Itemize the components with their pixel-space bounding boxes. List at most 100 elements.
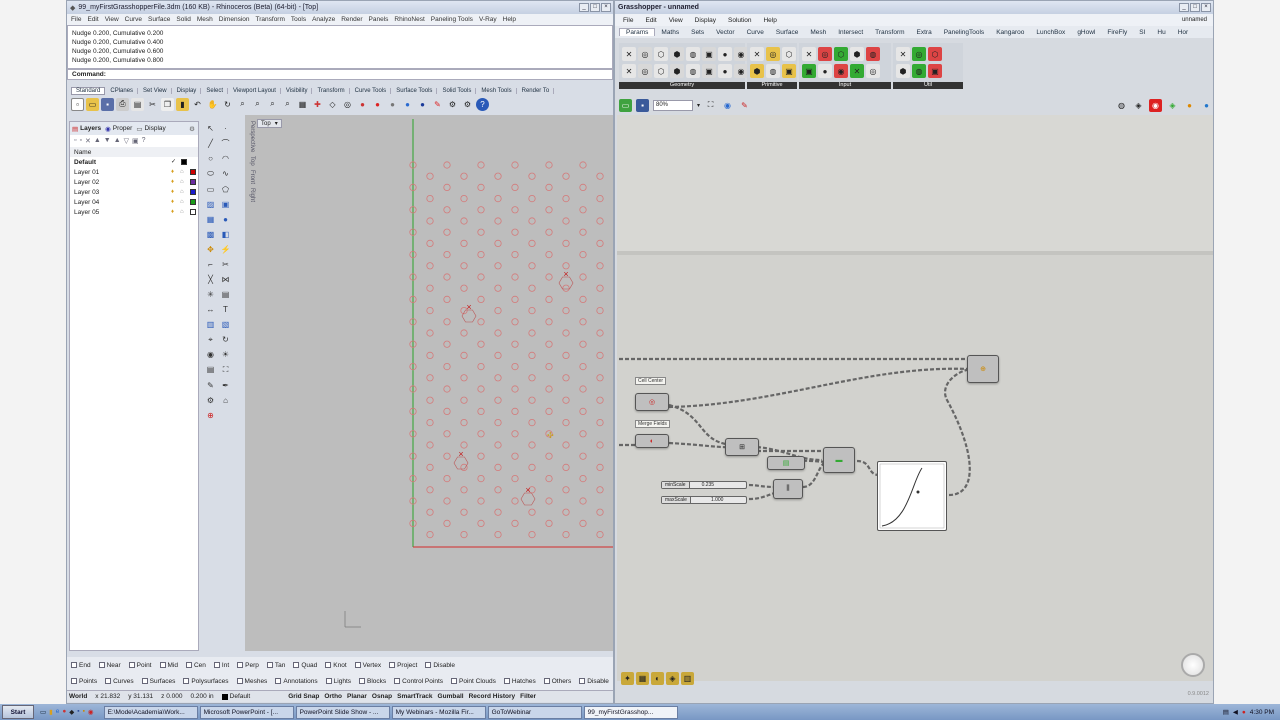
rotate-view-icon[interactable]: ↻ xyxy=(221,98,234,111)
osnap-option[interactable]: Knot xyxy=(325,662,347,669)
tab-layers[interactable]: ▤ Layers xyxy=(72,125,101,133)
menu-item[interactable]: Paneling Tools xyxy=(431,16,473,23)
osnap-option[interactable]: Project xyxy=(389,662,417,669)
menu-item[interactable]: Solid xyxy=(176,16,190,23)
gh-tab[interactable]: Curve xyxy=(741,29,770,36)
panel-settings-icon[interactable]: ⚙ xyxy=(189,125,195,133)
scribble-icon[interactable]: ◍ xyxy=(912,64,926,78)
gh-minimize-button[interactable]: _ xyxy=(1179,3,1189,12)
osnap-checkbox[interactable] xyxy=(128,661,135,668)
filter-option[interactable]: Point Clouds xyxy=(451,678,496,685)
curve-param-icon[interactable]: ⬡ xyxy=(654,64,668,78)
layer-color-swatch[interactable] xyxy=(181,159,187,165)
menu-item[interactable]: View xyxy=(105,16,119,23)
clock[interactable]: 4:30 PM xyxy=(1250,709,1274,716)
panel-icon[interactable]: ◎ xyxy=(818,47,832,61)
save-document-icon[interactable]: ▪ xyxy=(636,98,649,112)
gh-menu-item[interactable]: Help xyxy=(763,17,776,24)
filter-option[interactable]: Curves xyxy=(105,678,134,685)
gh-tab[interactable]: Mesh xyxy=(804,29,832,36)
sketch-icon[interactable]: ✎ xyxy=(738,99,751,112)
print-icon[interactable]: ⎙ xyxy=(116,97,129,111)
gh-menu-item[interactable]: Solution xyxy=(728,17,752,24)
filter-option[interactable]: Points xyxy=(71,678,97,685)
menu-item[interactable]: Transform xyxy=(256,16,285,23)
circle-icon[interactable]: ○ xyxy=(204,152,217,165)
osnap-checkbox[interactable] xyxy=(266,661,273,668)
graph-mapper-icon[interactable]: ◍ xyxy=(866,47,880,61)
move-down-icon[interactable]: ▼ xyxy=(104,137,111,145)
array-icon[interactable]: ⚡ xyxy=(219,243,232,256)
layer-row[interactable]: Layer 02 ♦ ⌂ xyxy=(70,177,198,187)
toolbar-tab[interactable]: Solid Tools xyxy=(438,87,477,94)
layer-color-swatch[interactable] xyxy=(190,209,196,215)
point-icon[interactable]: · xyxy=(219,122,232,135)
selected-preview-icon[interactable]: ◉ xyxy=(1149,98,1162,112)
osnap-option[interactable]: Near xyxy=(98,661,121,669)
rhino-quick-icon[interactable]: ◆ xyxy=(69,708,74,716)
layer-row[interactable]: Layer 04 ♦ ⌂ xyxy=(70,197,198,207)
toolbar-tab[interactable]: Curve Tools xyxy=(351,87,392,94)
menu-item[interactable]: Surface xyxy=(148,16,170,23)
start-button[interactable]: Start xyxy=(2,705,34,719)
new-sublayer-icon[interactable]: ▫ xyxy=(79,137,81,145)
render-icon[interactable]: ● xyxy=(386,98,399,111)
layer-row[interactable]: Layer 01 ♦ ⌂ xyxy=(70,167,198,177)
edit-icon[interactable]: ✎ xyxy=(431,98,444,111)
filter-option[interactable]: Control Points xyxy=(394,678,443,685)
filter-checkbox[interactable] xyxy=(503,677,510,684)
layer-color-swatch[interactable] xyxy=(190,189,196,195)
filter-checkbox[interactable] xyxy=(325,677,332,684)
osnap-option[interactable]: Disable xyxy=(425,662,455,669)
relay-icon[interactable]: ▣ xyxy=(928,64,942,78)
osnap-option[interactable]: Tan xyxy=(266,661,285,669)
material-icon[interactable]: ● xyxy=(371,98,384,111)
sphere-icon[interactable]: ● xyxy=(219,213,232,226)
gh-tab[interactable]: Maths xyxy=(655,29,685,36)
curve-icon[interactable]: ∿ xyxy=(219,167,232,180)
filter-checkbox[interactable] xyxy=(236,677,243,684)
filter-option[interactable]: Hatches xyxy=(503,677,536,685)
antivirus-icon[interactable]: ● xyxy=(1242,709,1246,716)
gh-tab[interactable]: Extra xyxy=(911,29,938,36)
light-bulb-icon[interactable]: ♦ xyxy=(171,199,179,206)
cell-centers-param[interactable]: ◎ xyxy=(635,393,669,411)
help-icon[interactable]: ? xyxy=(476,97,489,111)
menu-item[interactable]: Render xyxy=(341,16,362,23)
osnap-checkbox[interactable] xyxy=(98,661,105,668)
gh-tab[interactable]: Sets xyxy=(685,29,710,36)
layer-color-swatch[interactable] xyxy=(190,199,196,205)
gh-tab[interactable]: Transform xyxy=(869,29,910,36)
scribble-icon[interactable]: ◎ xyxy=(912,47,926,61)
grid-icon[interactable]: ▦ xyxy=(296,98,309,111)
layer-row[interactable]: Layer 03 ♦ ⌂ xyxy=(70,187,198,197)
mode-toggle[interactable]: Osnap xyxy=(372,693,392,700)
filter-option[interactable]: Others xyxy=(543,677,571,685)
wireframe-preview-icon[interactable]: ◍ xyxy=(1115,99,1128,112)
gh-tab[interactable]: Vector xyxy=(710,29,740,36)
filter-option[interactable]: Disable xyxy=(579,678,609,685)
toolbar-tab[interactable]: Transform xyxy=(313,87,350,94)
mode-toggle[interactable]: Ortho xyxy=(324,693,342,700)
paste-icon[interactable]: ▮ xyxy=(176,97,189,111)
gh-split-icon[interactable]: ▥ xyxy=(681,671,694,685)
filter-checkbox[interactable] xyxy=(394,677,401,684)
undo-icon[interactable]: ↶ xyxy=(191,98,204,111)
viewport-side-tab[interactable]: Top xyxy=(249,156,255,166)
taskbar-task[interactable]: My Webinars - Mozilla Fir... xyxy=(391,705,486,719)
zoom-selected-icon[interactable]: ⌕ xyxy=(281,98,294,111)
properties-icon[interactable]: ▤ xyxy=(131,97,144,111)
osnap-option[interactable]: Quad xyxy=(293,662,317,669)
text-icon[interactable]: T xyxy=(219,303,232,316)
layer-help-icon[interactable]: ? xyxy=(142,137,146,145)
surface-param-icon[interactable]: ⬢ xyxy=(670,64,684,78)
illustrator-icon[interactable]: ▪ xyxy=(83,708,85,716)
ellipse-icon[interactable]: ⬭ xyxy=(204,168,217,181)
filter-checkbox[interactable] xyxy=(543,677,550,684)
select-icon[interactable]: ↖ xyxy=(204,122,217,135)
merge-fields-param[interactable]: ◐ xyxy=(635,434,669,448)
osnap-option[interactable]: End xyxy=(71,662,91,669)
toggle-icon[interactable]: ◉ xyxy=(834,64,848,78)
toolbar-tab[interactable]: Visibility xyxy=(282,87,313,94)
filter-checkbox[interactable] xyxy=(451,677,457,684)
